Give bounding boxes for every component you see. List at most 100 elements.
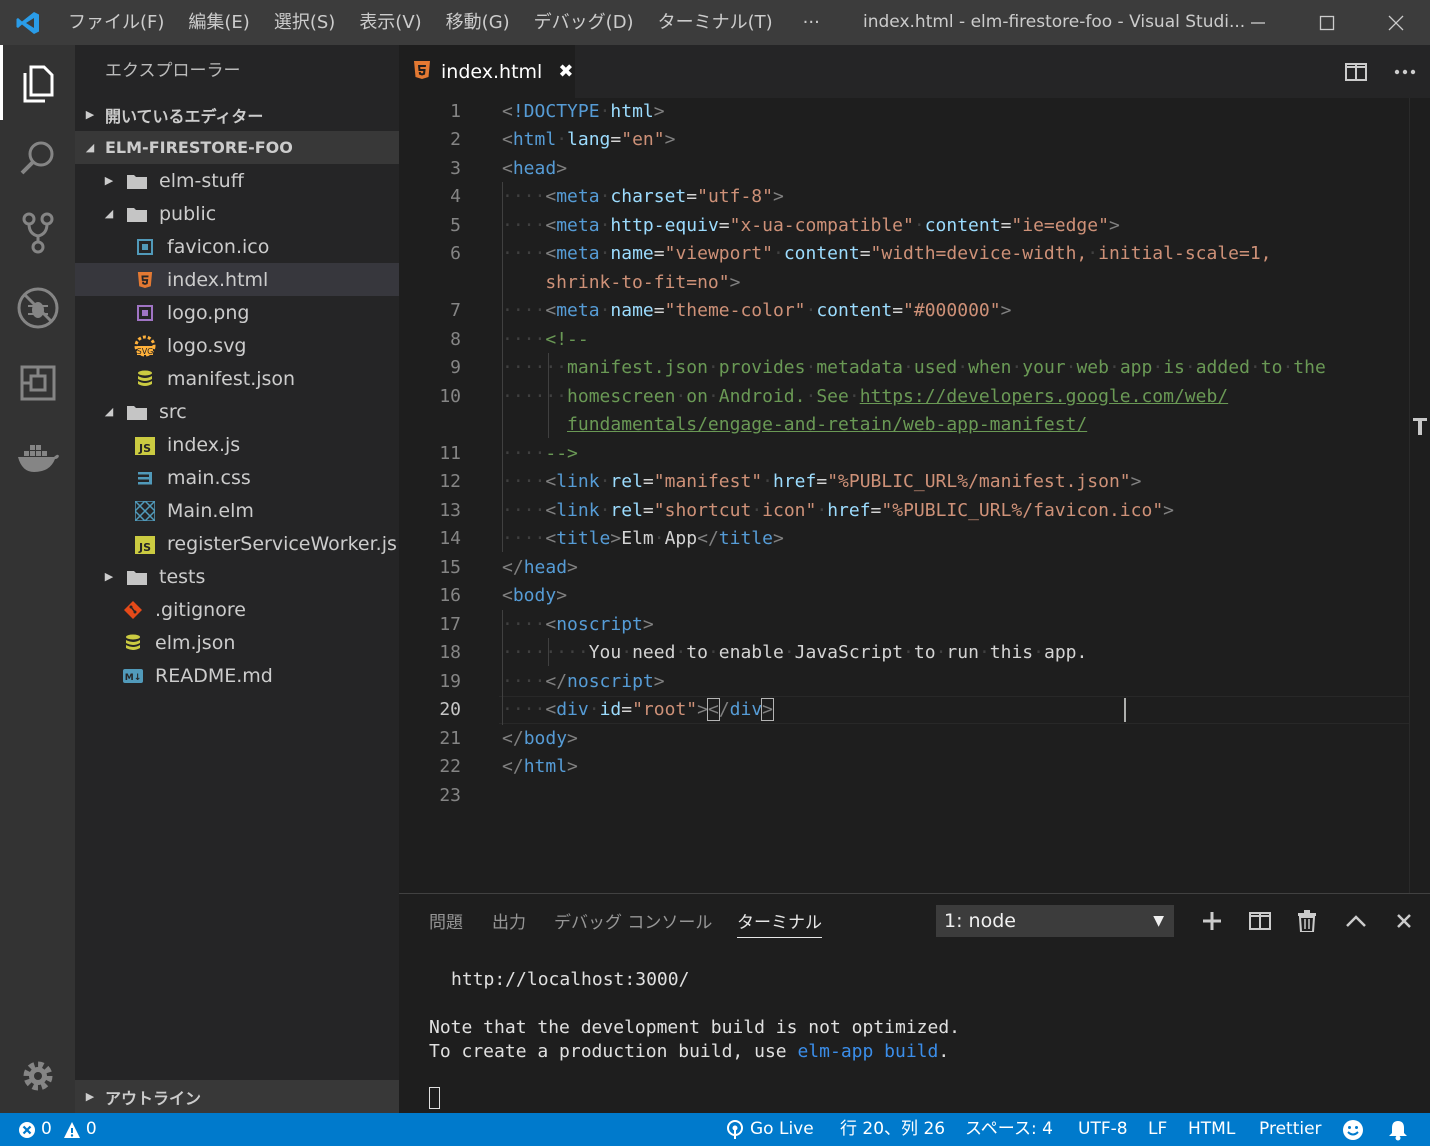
tab-terminal[interactable]: ターミナル <box>737 908 822 938</box>
minimize-icon <box>1251 21 1265 24</box>
tab-problems[interactable]: 問題 <box>429 908 463 938</box>
line-number: 18 <box>439 642 461 663</box>
code-line-13: ····<link·rel="shortcut·icon"·href="%PUB… <box>502 500 1174 521</box>
notifications-button[interactable] <box>1388 1113 1408 1146</box>
encoding-status[interactable]: UTF-8 <box>1078 1113 1128 1146</box>
warning-count: 0 <box>85 1119 97 1139</box>
extensions-icon[interactable] <box>0 345 75 420</box>
tree-file[interactable]: favicon.ico <box>75 230 399 263</box>
vertical-scrollbar[interactable] <box>1409 98 1410 893</box>
minimize-button[interactable] <box>1224 0 1292 45</box>
tree-item-label: tests <box>159 565 206 588</box>
code-line-15: </head> <box>502 557 578 578</box>
eol-status[interactable]: LF <box>1148 1113 1167 1146</box>
folder-icon <box>125 202 149 226</box>
split-editor-button[interactable] <box>1336 45 1376 98</box>
tree-file[interactable]: SVG logo.svg <box>75 329 399 362</box>
gear-icon[interactable] <box>0 1038 75 1113</box>
menu-file[interactable]: ファイル(F) <box>56 0 176 45</box>
tab-index-html[interactable]: index.html ✖ <box>399 45 575 98</box>
terminal-text: To create a production build, use <box>429 1041 798 1062</box>
cursor-position[interactable]: 行 20、列 26 <box>840 1113 945 1146</box>
line-number: 10 <box>439 386 461 407</box>
outline-header[interactable]: ▶ アウトライン <box>75 1080 399 1113</box>
tree-file[interactable]: Main.elm <box>75 494 399 527</box>
tree-file[interactable]: elm.json <box>75 626 399 659</box>
line-number: 17 <box>439 614 461 635</box>
line-number <box>399 269 461 297</box>
tree-file[interactable]: .gitignore <box>75 593 399 626</box>
menu-terminal[interactable]: ターミナル(T) <box>646 0 785 45</box>
tree-file[interactable]: JS registerServiceWorker.js <box>75 527 399 560</box>
line-number: 6 <box>450 243 461 264</box>
json-file-icon <box>133 367 157 391</box>
indentation-status[interactable]: スペース: 4 <box>965 1113 1053 1146</box>
window-title: index.html - elm-firestore-foo - Visual … <box>863 12 1246 32</box>
code-line-10: ······homescreen·on·Android.·See·https:/… <box>502 386 1229 407</box>
tree-file[interactable]: manifest.json <box>75 362 399 395</box>
tree-folder[interactable]: ◢ public <box>75 197 399 230</box>
code-line-8: ····<!-- <box>502 329 589 350</box>
maximize-icon <box>1319 15 1335 30</box>
search-icon[interactable] <box>0 120 75 195</box>
overview-ruler-marker-icon <box>1413 418 1427 436</box>
explorer-icon[interactable] <box>0 45 75 120</box>
tab-close-icon[interactable]: ✖ <box>558 61 573 82</box>
tree-folder[interactable]: ▶ elm-stuff <box>75 164 399 197</box>
split-terminal-button[interactable] <box>1242 905 1278 937</box>
menu-view[interactable]: 表示(V) <box>347 0 433 45</box>
code-line-3: <head> <box>502 158 568 179</box>
more-actions-button[interactable] <box>1385 45 1425 98</box>
debug-icon[interactable] <box>0 270 75 345</box>
language-mode[interactable]: HTML <box>1188 1113 1235 1146</box>
menu-edit[interactable]: 編集(E) <box>176 0 261 45</box>
kill-terminal-button[interactable] <box>1289 905 1325 937</box>
new-terminal-button[interactable] <box>1194 905 1230 937</box>
terminal-cursor[interactable] <box>429 1087 440 1109</box>
prettier-status[interactable]: Prettier <box>1259 1113 1322 1146</box>
close-window-button[interactable] <box>1362 0 1430 45</box>
terminal-select[interactable]: 1: node ▼ <box>936 905 1174 937</box>
chevron-right-icon[interactable]: ▶ <box>101 174 117 187</box>
menu-more[interactable]: ··· <box>791 0 832 45</box>
maximize-panel-button[interactable] <box>1338 905 1374 937</box>
line-number: 21 <box>439 728 461 749</box>
open-editors-header[interactable]: ▶ 開いているエディター <box>75 98 399 131</box>
tree-item-label: public <box>159 202 217 225</box>
tree-file[interactable]: logo.png <box>75 296 399 329</box>
tree-file[interactable]: JS index.js <box>75 428 399 461</box>
docker-icon[interactable] <box>0 420 75 495</box>
problems-status[interactable]: 0 0 <box>18 1113 97 1146</box>
svg-file-icon: SVG <box>133 334 157 358</box>
tab-debug-console[interactable]: デバッグ コンソール <box>554 908 712 938</box>
menu-go[interactable]: 移動(G) <box>434 0 522 45</box>
chevron-down-icon[interactable]: ◢ <box>101 405 117 418</box>
tree-file[interactable]: main.css <box>75 461 399 494</box>
code-editor[interactable]: 1 2 3 4 5 6 7 8 9 10 11 12 13 14 15 16 17 18 19 20 21 22 23 <!… <box>399 98 1430 893</box>
maximize-button[interactable] <box>1293 0 1361 45</box>
menu-selection[interactable]: 選択(S) <box>262 0 347 45</box>
sidebar-title: エクスプローラー <box>105 61 241 81</box>
code-line-1: <!DOCTYPE·html> <box>502 101 665 122</box>
tree-folder[interactable]: ▶ tests <box>75 560 399 593</box>
line-number: 16 <box>439 585 461 606</box>
menu-debug[interactable]: デバッグ(D) <box>522 0 646 45</box>
project-label: ELM-FIRESTORE-FOO <box>105 138 293 157</box>
tree-file[interactable]: index.html <box>75 263 399 296</box>
feedback-button[interactable] <box>1342 1113 1364 1146</box>
code-line-6-wrap: shrink-to-fit=no"> <box>502 272 741 293</box>
tree-file[interactable]: M↓ README.md <box>75 659 399 692</box>
source-control-icon[interactable] <box>0 195 75 270</box>
project-header[interactable]: ◢ ELM-FIRESTORE-FOO <box>75 131 399 164</box>
tree-folder[interactable]: ◢ src <box>75 395 399 428</box>
tab-output[interactable]: 出力 <box>492 908 526 938</box>
close-icon <box>1388 15 1404 30</box>
line-number: 23 <box>439 785 461 806</box>
go-live-button[interactable]: Go Live <box>725 1113 814 1146</box>
close-panel-button[interactable] <box>1386 905 1422 937</box>
chevron-down-icon[interactable]: ◢ <box>101 207 117 220</box>
terminal-select-value: 1: node <box>944 910 1016 932</box>
open-editors-label: 開いているエディター <box>105 106 264 126</box>
terminal-url: http://localhost:3000/ <box>451 969 690 990</box>
chevron-right-icon[interactable]: ▶ <box>101 570 117 583</box>
